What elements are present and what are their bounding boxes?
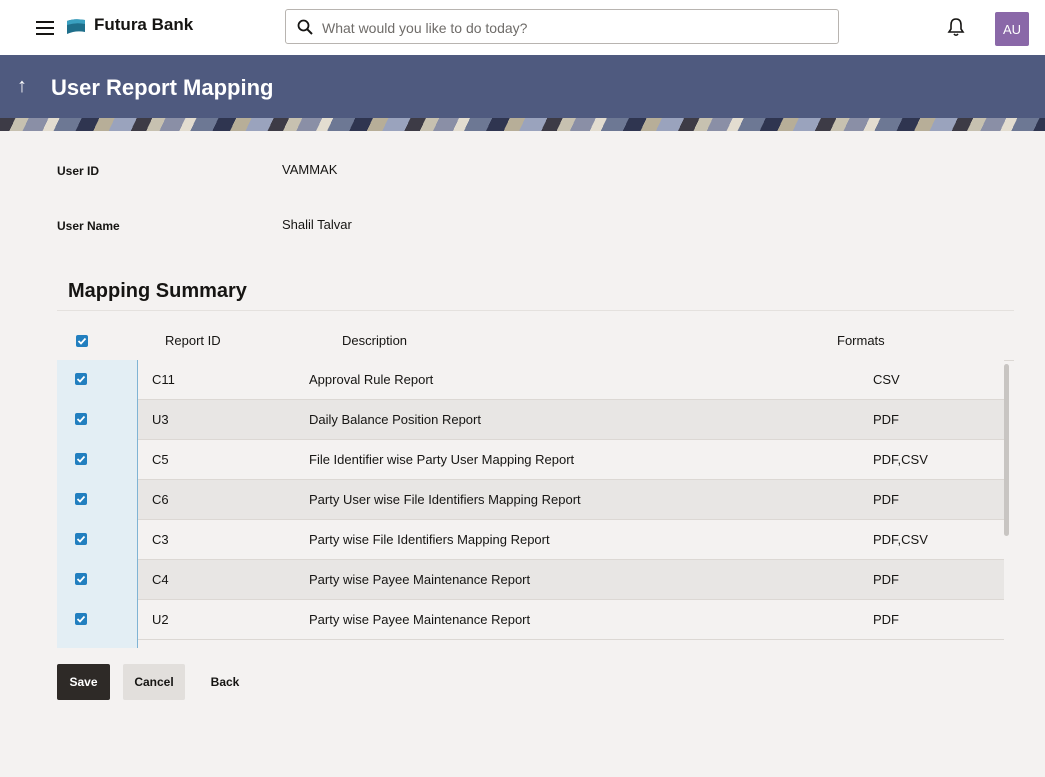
formats-cell: PDF <box>873 572 899 587</box>
formats-cell: PDF <box>873 612 899 627</box>
search-box[interactable] <box>285 9 839 44</box>
table-scrollbar[interactable] <box>1004 364 1009 536</box>
mapping-table-body[interactable]: C11 Approval Rule Report CSV U3 Daily Balanc… <box>57 360 1004 648</box>
row-select-cell <box>57 600 138 640</box>
bell-icon[interactable] <box>947 17 965 37</box>
report-id-cell: C3 <box>152 532 169 547</box>
user-name-value: Shalil Talvar <box>282 217 352 232</box>
row-checkbox[interactable] <box>75 573 87 585</box>
description-cell: File Identifier wise Party User Mapping … <box>309 452 575 467</box>
formats-cell: CSV <box>873 372 900 387</box>
report-id-cell: C6 <box>152 492 169 507</box>
page-title: User Report Mapping <box>51 75 274 100</box>
row-checkbox[interactable] <box>75 613 87 625</box>
row-checkbox[interactable] <box>75 453 87 465</box>
divider <box>57 310 1014 311</box>
checkbox-checked-icon <box>76 615 86 623</box>
checkbox-checked-icon <box>77 337 87 345</box>
table-row[interactable]: C5 File Identifier wise Party User Mappin… <box>57 440 1004 480</box>
table-row[interactable]: C4 Party wise Payee Maintenance Report PDF <box>57 560 1004 600</box>
search-input[interactable] <box>320 16 824 40</box>
report-id-cell: C11 <box>152 372 175 387</box>
row-checkbox[interactable] <box>75 373 87 385</box>
row-select-cell <box>57 360 138 400</box>
row-select-cell <box>57 400 138 440</box>
checkbox-checked-icon <box>76 535 86 543</box>
row-select-cell <box>57 520 138 560</box>
table-header: Report ID Description Formats <box>57 320 1014 361</box>
back-button[interactable]: Back <box>200 664 250 700</box>
table-row[interactable]: U2 Party wise Payee Maintenance Report PDF <box>57 600 1004 640</box>
description-cell: Party wise Payee Maintenance Report <box>309 572 531 587</box>
mapping-summary-title: Mapping Summary <box>68 280 247 302</box>
formats-cell: PDF <box>873 492 899 507</box>
user-name-label: User Name <box>57 219 120 233</box>
cancel-button[interactable]: Cancel <box>123 664 185 700</box>
report-id-cell: C5 <box>152 452 169 467</box>
description-cell: Party User wise File Identifiers Mapping… <box>309 492 581 507</box>
brand-name[interactable]: Futura Bank <box>94 15 193 35</box>
row-checkbox[interactable] <box>75 533 87 545</box>
report-id-cell: C4 <box>152 572 169 587</box>
description-cell: Daily Balance Position Report <box>309 412 481 427</box>
formats-cell: PDF,CSV <box>873 452 928 467</box>
description-cell: Party wise File Identifiers Mapping Repo… <box>309 532 550 547</box>
row-select-cell <box>57 640 138 648</box>
user-id-label: User ID <box>57 164 100 178</box>
column-header-description[interactable]: Description <box>342 333 407 348</box>
table-row[interactable]: U3 Daily Balance Position Report PDF <box>57 400 1004 440</box>
bank-logo-icon <box>67 19 85 34</box>
back-arrow-icon[interactable]: ↑ <box>17 75 27 98</box>
checkbox-checked-icon <box>76 415 86 423</box>
table-row[interactable]: C3 Party wise File Identifiers Mapping Re… <box>57 520 1004 560</box>
top-bar: Futura Bank AU <box>0 0 1045 55</box>
column-header-report-id[interactable]: Report ID <box>165 333 221 348</box>
search-icon <box>297 19 313 35</box>
page-banner: ↑ User Report Mapping <box>0 55 1045 131</box>
description-cell: Approval Rule Report <box>309 372 434 387</box>
row-checkbox[interactable] <box>75 413 87 425</box>
checkbox-checked-icon <box>76 495 86 503</box>
table-row[interactable]: C11 Approval Rule Report CSV <box>57 360 1004 400</box>
column-header-formats[interactable]: Formats <box>837 333 885 348</box>
row-checkbox[interactable] <box>75 493 87 505</box>
description-cell: Party wise Payee Maintenance Report <box>309 612 531 627</box>
row-select-cell <box>57 560 138 600</box>
formats-cell: PDF,CSV <box>873 532 928 547</box>
formats-cell: PDF <box>873 412 899 427</box>
row-select-cell <box>57 480 138 520</box>
checkbox-checked-icon <box>76 575 86 583</box>
banner-pattern <box>0 118 1045 131</box>
save-button[interactable]: Save <box>57 664 110 700</box>
select-all-checkbox[interactable] <box>76 335 88 347</box>
table-row[interactable]: C6 Party User wise File Identifiers Mappi… <box>57 480 1004 520</box>
report-id-cell: U2 <box>152 612 169 627</box>
checkbox-checked-icon <box>76 455 86 463</box>
row-select-cell <box>57 440 138 480</box>
avatar[interactable]: AU <box>995 12 1029 46</box>
menu-icon[interactable] <box>36 21 54 35</box>
user-id-value: VAMMAK <box>282 162 338 177</box>
checkbox-checked-icon <box>76 375 86 383</box>
report-id-cell: U3 <box>152 412 169 427</box>
